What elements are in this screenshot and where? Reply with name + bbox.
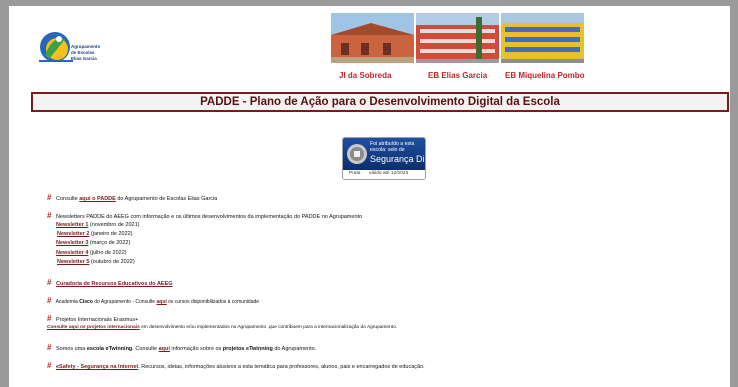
- photo-eb-miquelina-pombo[interactable]: [501, 13, 584, 63]
- school-building-image: [416, 13, 499, 63]
- section-etwinning: # Somos uma escola eTwinning. Consulte a…: [47, 343, 316, 352]
- text: informação sobre os: [169, 346, 223, 352]
- section-newsletters: # Newsletters PADDE do AEEG com informaç…: [47, 211, 362, 220]
- etwinning-label: escola eTwinning: [86, 346, 133, 352]
- seal-header: Foi atribuído a esta escola: selo de Seg…: [343, 138, 425, 170]
- digital-safety-seal[interactable]: Foi atribuído a esta escola: selo de Seg…: [342, 137, 426, 180]
- seal-level: Prata: [349, 171, 361, 176]
- text: em desenvolvimento e/ou implementados no…: [139, 325, 398, 330]
- section-curadoria: # Curadoria de Recursos Educativos do AE…: [47, 278, 173, 287]
- esafety-link[interactable]: eSafety - Segurança na Internet: [56, 364, 138, 370]
- section-erasmus: # Projetos Internacionais Erasmus+: [47, 314, 138, 323]
- newsletter-item: Newsletter 1 (novembro de 2021): [56, 222, 139, 228]
- padde-link[interactable]: aqui o PADDE: [79, 196, 116, 202]
- text: Academia: [55, 299, 80, 305]
- hash-icon: #: [47, 343, 52, 352]
- erasmus-intro: Projetos Internacionais Erasmus+: [55, 317, 139, 323]
- cisco-link[interactable]: aqui: [156, 299, 166, 305]
- newsletter-date: (março de 2022): [88, 240, 131, 246]
- newsletter-2-link[interactable]: Newsletter 2: [57, 231, 89, 237]
- shield-icon: [347, 144, 367, 164]
- newsletter-1-link[interactable]: Newsletter 1: [56, 222, 88, 228]
- section-padde: # Consulte aqui o PADDE do Agrupamento d…: [47, 193, 217, 202]
- hash-icon: #: [47, 193, 52, 202]
- newsletter-5-link[interactable]: Newsletter 5: [57, 259, 89, 265]
- photo-ji-sobreda[interactable]: [331, 13, 414, 63]
- school-building-image: [501, 13, 584, 63]
- newsletter-item: Newsletter 3 (março de 2022): [56, 240, 130, 246]
- newsletter-item: Newsletter 5 (outubro de 2022): [57, 259, 135, 265]
- seal-validity: válido até 12/2023: [369, 171, 409, 176]
- text: . Consulte: [132, 346, 159, 352]
- erasmus-link[interactable]: Consulte aqui os projetos internacionais: [47, 325, 140, 330]
- newsletters-intro: Newsletters PADDE do AEEG com informação…: [55, 214, 363, 220]
- logo-text-2: de Escolas: [71, 50, 95, 55]
- newsletter-4-link[interactable]: Newsletter 4: [56, 250, 88, 256]
- school-building-image: [331, 13, 414, 63]
- newsletter-date: (outubro de 2022): [89, 259, 135, 265]
- curadoria-link[interactable]: Curadoria de Recursos Educativos do AEEG: [56, 281, 173, 287]
- photo-caption: JI da Sobreda: [339, 71, 392, 80]
- page-title: PADDE - Plano de Ação para o Desenvolvim…: [200, 96, 560, 108]
- hash-icon: #: [47, 296, 52, 305]
- newsletter-date: (julho de 2022): [88, 250, 127, 256]
- section-esafety: # eSafety - Segurança na Internet. Recur…: [47, 361, 425, 370]
- etwinning-link[interactable]: aqui: [159, 346, 170, 352]
- hash-icon: #: [47, 278, 52, 287]
- text: do Agrupamento.: [272, 346, 317, 352]
- newsletter-3-link[interactable]: Newsletter 3: [56, 240, 88, 246]
- photo-caption: EB Elias Garcia: [428, 71, 488, 80]
- hash-icon: #: [47, 361, 52, 370]
- newsletter-item: Newsletter 2 (janeiro de 2022): [57, 231, 133, 237]
- erasmus-line: Consulte aqui os projetos internacionais…: [47, 325, 397, 330]
- text: Somos uma: [55, 346, 87, 352]
- seal-title: Segurança Digital: [370, 154, 425, 164]
- hash-icon: #: [47, 211, 52, 220]
- school-logo[interactable]: Agrupamento de Escolas Elias Garcia: [35, 25, 125, 71]
- text: do Agrupamento - Consulte: [92, 299, 157, 305]
- page-title-banner: PADDE - Plano de Ação para o Desenvolvim…: [31, 92, 729, 112]
- section-cisco: # Academia Cisco do Agrupamento - Consul…: [47, 296, 259, 305]
- hash-icon: #: [47, 314, 52, 323]
- newsletter-date: (janeiro de 2022): [89, 231, 133, 237]
- page: Agrupamento de Escolas Elias Garcia JI d…: [9, 6, 730, 387]
- text: Consulte: [55, 196, 80, 202]
- cisco-label: Cisco: [79, 299, 93, 305]
- photo-eb-elias-garcia[interactable]: [416, 13, 499, 63]
- logo-text-3: Elias Garcia: [71, 56, 97, 61]
- text: . Recursos, ideias, informações alusivos…: [138, 364, 425, 370]
- photo-caption: EB Miquelina Pombo: [505, 71, 585, 80]
- seal-line-2: escola: selo de: [370, 147, 405, 153]
- text: os cursos disponibilizados à comunidade: [166, 299, 260, 305]
- newsletter-item: Newsletter 4 (julho de 2022): [56, 250, 127, 256]
- logo-text-1: Agrupamento: [71, 44, 101, 49]
- etwinning-projects-label: projetos eTwinning: [222, 346, 273, 352]
- newsletter-date: (novembro de 2021): [88, 222, 140, 228]
- text: do Agrupamento de Escolas Elias Garcia: [115, 196, 218, 202]
